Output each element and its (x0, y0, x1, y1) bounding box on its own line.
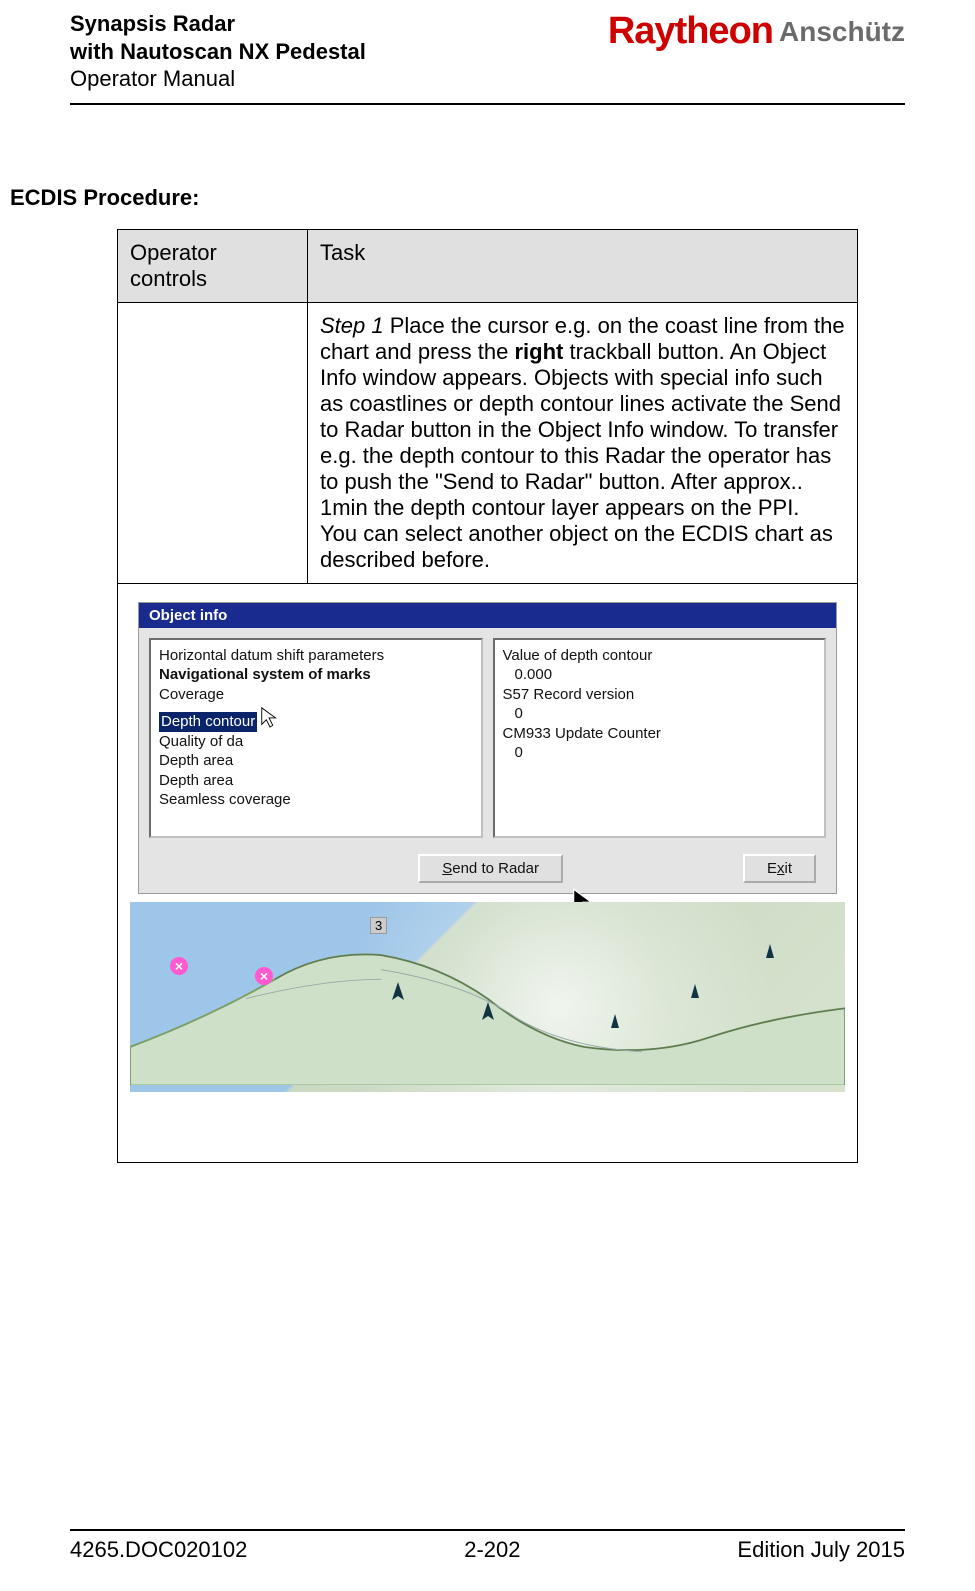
step1-line2: You can select another object on the ECD… (320, 521, 845, 573)
send-to-radar-button[interactable]: Send to Radar (418, 854, 563, 883)
window-button-row: Send to Radar Exit (139, 848, 836, 893)
boat-icon (480, 1002, 496, 1032)
detail-label-cm933: CM933 Update Counter (503, 724, 817, 744)
brand-logo: Raytheon Anschütz (608, 10, 905, 53)
list-item[interactable]: Depth contour (159, 704, 473, 732)
procedure-table: Operator controls Task Step 1 Place the … (117, 229, 858, 1163)
page-footer: 4265.DOC020102 2-202 Edition July 2015 (70, 1529, 905, 1563)
page-header: Synapsis Radar with Nautoscan NX Pedesta… (70, 0, 905, 93)
step1-prefix: Step 1 (320, 313, 384, 338)
object-details-panel: Value of depth contour 0.000 S57 Record … (493, 638, 827, 838)
doc-title-line3: Operator Manual (70, 65, 366, 93)
doc-title-block: Synapsis Radar with Nautoscan NX Pedesta… (70, 10, 366, 93)
buoy-icon (765, 942, 775, 968)
detail-value-depth: 0.000 (503, 665, 817, 685)
brand-raytheon-text: Raytheon (608, 10, 773, 53)
list-item[interactable]: Depth area (159, 771, 473, 791)
object-info-window: Object info Horizontal datum shift param… (138, 602, 837, 894)
embedded-app-screenshot: Object info Horizontal datum shift param… (130, 602, 845, 1152)
footer-edition: Edition July 2015 (737, 1537, 905, 1563)
table-header-row: Operator controls Task (118, 229, 858, 302)
list-item[interactable]: Horizontal datum shift parameters (159, 646, 473, 666)
ecdis-chart-preview: × × 3 (130, 902, 845, 1092)
cell-operator-controls-step1 (118, 302, 308, 583)
table-row-screenshot: Object info Horizontal datum shift param… (118, 583, 858, 1162)
detail-value-s57: 0 (503, 704, 817, 724)
list-item[interactable]: Quality of da (159, 732, 473, 752)
cursor-icon (259, 706, 281, 734)
col-header-task: Task (308, 229, 858, 302)
col-header-operator-controls: Operator controls (118, 229, 308, 302)
buoy-icon (690, 982, 700, 1008)
step1-bold-right: right (514, 339, 563, 364)
coastline-icon (130, 902, 845, 1086)
brand-anschuetz-text: Anschütz (779, 16, 905, 48)
window-titlebar: Object info (139, 603, 836, 628)
object-list-panel[interactable]: Horizontal datum shift parametersNavigat… (149, 638, 483, 838)
detail-label-s57: S57 Record version (503, 685, 817, 705)
chart-marker-x-icon: × (255, 967, 273, 985)
list-item[interactable]: Coverage (159, 685, 473, 705)
exit-button[interactable]: Exit (743, 854, 816, 883)
cell-screenshot: Object info Horizontal datum shift param… (118, 583, 858, 1162)
chart-marker-x-icon: × (170, 957, 188, 975)
step1-text-b: trackball button. An Object Info window … (320, 339, 841, 520)
window-body: Horizontal datum shift parametersNavigat… (139, 628, 836, 848)
footer-page-number: 2-202 (464, 1537, 520, 1563)
list-item[interactable]: Seamless coverage (159, 790, 473, 810)
step1-text: Step 1 Place the cursor e.g. on the coas… (320, 313, 845, 521)
footer-rule (70, 1529, 905, 1531)
detail-label-depth: Value of depth contour (503, 646, 817, 666)
boat-icon (390, 982, 406, 1012)
doc-title-line2: with Nautoscan NX Pedestal (70, 38, 366, 66)
footer-doc-id: 4265.DOC020102 (70, 1537, 247, 1563)
header-rule (70, 103, 905, 105)
list-item-selected[interactable]: Depth contour (159, 712, 257, 732)
cell-task-step1: Step 1 Place the cursor e.g. on the coas… (308, 302, 858, 583)
list-item[interactable]: Depth area (159, 751, 473, 771)
section-title: ECDIS Procedure: (10, 185, 905, 211)
chart-marker-label: 3 (370, 917, 387, 934)
table-row-step1: Step 1 Place the cursor e.g. on the coas… (118, 302, 858, 583)
detail-value-cm933: 0 (503, 743, 817, 763)
buoy-icon (610, 1012, 620, 1038)
doc-title-line1: Synapsis Radar (70, 10, 366, 38)
list-item[interactable]: Navigational system of marks (159, 665, 473, 685)
